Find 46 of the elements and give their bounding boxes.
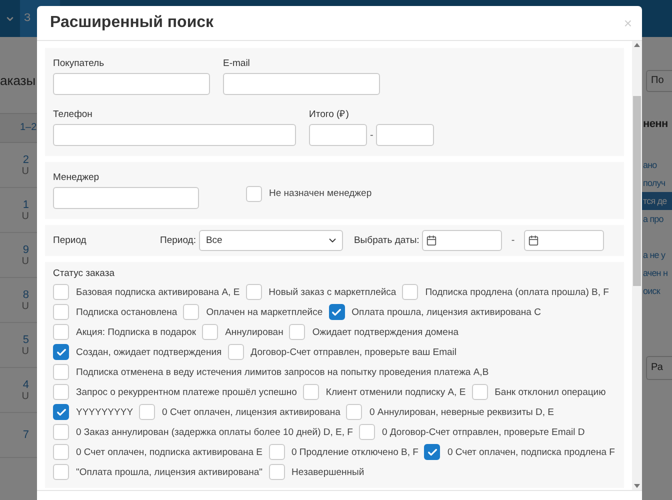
checkbox-label: Новый заказ с маркетплейса <box>268 286 396 298</box>
panel-heading: ненн <box>643 118 669 130</box>
checkbox-label: Клиент отменили подписку A, E <box>326 386 466 398</box>
field-label: E-mail <box>223 58 251 69</box>
checkbox-label: Подписка отменена в веду истечения лимитов запросов на попытку проведения платежа A,B <box>76 366 489 378</box>
checkbox-label: Создан, ожидает подтверждения <box>76 346 222 358</box>
checkbox-label: 0 Счет оплачен, подписка активирована E <box>76 446 262 458</box>
checkbox-label: Незавершенный <box>292 466 364 478</box>
checkbox-label: 0 Заказ аннулирован (задержка оплаты более 10 дней) D, E, F <box>76 426 353 438</box>
page-heading: аказы <box>0 73 37 90</box>
checkbox-label: Банк отклонил операцию <box>494 386 606 398</box>
checkbox-label: Подписка продлена (оплата прошла) B, F <box>425 286 609 298</box>
checkbox-label: 0 Аннулирован, неверные реквизиты D, E <box>369 406 554 418</box>
checkbox-label: Акция: Подписка в подарок <box>76 326 196 338</box>
field-label: Итого (₽) <box>309 109 350 120</box>
order-note: U <box>22 390 29 402</box>
order-note: U <box>22 256 29 266</box>
dates-label: Выбрать даты: <box>354 235 420 246</box>
range-separator: - <box>370 130 374 140</box>
checkbox-label: 0 Счет оплачен, подписка продлена F <box>447 446 615 458</box>
section-title: Статус заказа <box>53 268 116 280</box>
field-label: Покупатель <box>53 58 106 69</box>
checkbox-label: Не назначен менеджер <box>269 188 372 199</box>
checkbox-label: Ожидает подтверждения домена <box>312 326 458 338</box>
field-label: Телефон <box>53 109 94 120</box>
checkbox-label: 0 Продление отключено B, F <box>292 446 418 458</box>
checkbox-label: Подписка остановлена <box>76 306 178 318</box>
field-label: Период <box>53 235 88 246</box>
checkbox-label: Запрос о рекуррентном платеже прошёл успешно <box>76 386 297 398</box>
checkbox-label: Договор-Счет отправлен, проверьте ваш Email <box>250 346 457 358</box>
checkbox-label: Оплата прошла, лицензия активирована C <box>352 306 541 318</box>
checkbox-label: Оплачен на маркетплейсе <box>206 306 323 318</box>
field-label: Менеджер <box>53 172 100 183</box>
checkbox-label: 0 Договор-Счет отправлен, проверьте Email D <box>382 426 585 438</box>
range-separator: - <box>511 235 515 246</box>
checkbox-label: Аннулирован <box>225 326 284 338</box>
order-note: U <box>22 210 29 222</box>
checkbox-label: "Оплата прошла, лицензия активирована" <box>76 466 263 478</box>
checkbox-label: Базовая подписка активирована A, E <box>76 286 240 298</box>
checkbox-label: YYYYYYYYY <box>76 406 134 418</box>
checkbox-label: 0 Счет оплачен, лицензия активирована <box>162 406 340 418</box>
select-label: Период: <box>160 235 196 246</box>
dialog-title: Расширенный поиск <box>50 14 214 32</box>
order-note: U <box>22 300 29 312</box>
order-note: U <box>22 346 29 356</box>
order-note: U <box>22 166 29 176</box>
